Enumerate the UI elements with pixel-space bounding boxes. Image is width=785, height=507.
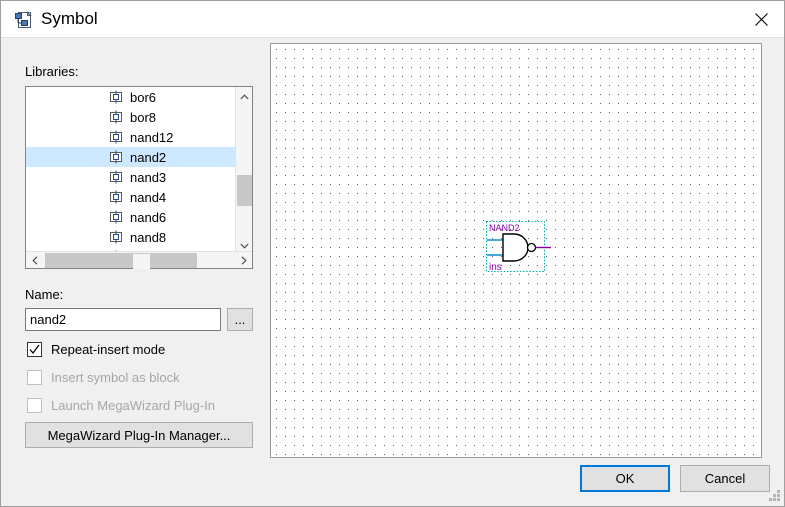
symbol-file-icon xyxy=(14,10,34,30)
symbol-node-icon xyxy=(109,170,123,184)
ok-button[interactable]: OK xyxy=(580,465,670,492)
list-item[interactable]: nand6 xyxy=(26,207,235,227)
nand2-symbol-graphic[interactable]: NAND2 ins xyxy=(486,221,552,273)
symbol-name-label: NAND2 xyxy=(489,223,520,233)
checkbox-box xyxy=(27,397,42,413)
list-item-selected[interactable]: nand2 xyxy=(26,147,235,167)
scroll-up-button[interactable] xyxy=(236,87,252,104)
cancel-button[interactable]: Cancel xyxy=(680,465,770,492)
list-item[interactable]: bor6 xyxy=(26,87,235,107)
resize-grip[interactable] xyxy=(768,490,781,503)
symbol-node-icon xyxy=(109,130,123,144)
list-item-label: nand12 xyxy=(130,129,174,145)
symbol-instance-label: ins xyxy=(489,262,502,272)
symbol-preview-pane[interactable]: NAND2 ins xyxy=(270,43,762,458)
close-button[interactable] xyxy=(738,1,784,37)
list-item-label: nand3 xyxy=(130,169,167,185)
symbol-dialog: Symbol Libraries: bor6 bor8 nand12 nand2… xyxy=(0,0,785,507)
symbol-node-icon xyxy=(109,110,123,124)
chevron-down-icon xyxy=(239,237,249,252)
list-item-label: nand4 xyxy=(130,189,167,205)
list-item-label: nand2 xyxy=(130,149,167,165)
close-icon xyxy=(754,12,768,26)
list-item-label: nand8 xyxy=(130,229,167,245)
checkbox-label: Repeat-insert mode xyxy=(51,341,166,357)
checkbox-box xyxy=(27,369,42,385)
libraries-label: Libraries: xyxy=(25,64,79,79)
megawizard-plugin-manager-button[interactable]: MegaWizard Plug-In Manager... xyxy=(25,422,253,448)
scroll-left-button[interactable] xyxy=(26,252,43,268)
symbol-node-icon xyxy=(109,230,123,244)
list-item[interactable]: nand12 xyxy=(26,127,235,147)
scroll-thumb-vertical[interactable] xyxy=(237,175,252,206)
title-bar: Symbol xyxy=(1,1,784,38)
chevron-left-icon xyxy=(31,253,38,268)
libraries-list[interactable]: bor6 bor8 nand12 nand2 nand3 nand4 nand6… xyxy=(26,87,235,253)
scroll-track-horizontal[interactable] xyxy=(45,253,197,269)
name-input[interactable] xyxy=(25,308,221,331)
dialog-body: Libraries: bor6 bor8 nand12 nand2 nand3 … xyxy=(1,38,784,506)
libraries-vertical-scrollbar[interactable] xyxy=(235,87,252,253)
libraries-listbox[interactable]: bor6 bor8 nand12 nand2 nand3 nand4 nand6… xyxy=(25,86,253,269)
list-item[interactable]: nand8 xyxy=(26,227,235,247)
chevron-up-icon xyxy=(239,88,249,103)
list-item-label: bor8 xyxy=(130,109,157,125)
list-item-label: nand6 xyxy=(130,209,167,225)
scroll-thumb-horizontal[interactable] xyxy=(133,254,150,269)
name-label: Name: xyxy=(25,287,64,302)
libraries-horizontal-scrollbar[interactable] xyxy=(26,251,252,269)
symbol-node-icon xyxy=(109,90,123,104)
checkbox-label: Insert symbol as block xyxy=(51,369,180,385)
launch-megawizard-plugin-checkbox: Launch MegaWizard Plug-In xyxy=(27,396,215,414)
symbol-node-icon xyxy=(109,150,123,164)
symbol-node-icon xyxy=(109,190,123,204)
checkbox-box xyxy=(27,341,42,357)
window-title: Symbol xyxy=(41,9,98,28)
checkbox-label: Launch MegaWizard Plug-In xyxy=(51,397,216,413)
chevron-right-icon xyxy=(241,253,247,268)
list-item[interactable]: nand4 xyxy=(26,187,235,207)
list-item-label: bor6 xyxy=(130,89,157,105)
repeat-insert-mode-checkbox[interactable]: Repeat-insert mode xyxy=(27,340,165,358)
symbol-node-icon xyxy=(109,210,123,224)
insert-symbol-as-block-checkbox: Insert symbol as block xyxy=(27,368,180,386)
browse-button[interactable]: ... xyxy=(227,308,253,331)
list-item[interactable]: nand3 xyxy=(26,167,235,187)
list-item[interactable]: bor8 xyxy=(26,107,235,127)
scroll-right-button[interactable] xyxy=(235,252,252,268)
